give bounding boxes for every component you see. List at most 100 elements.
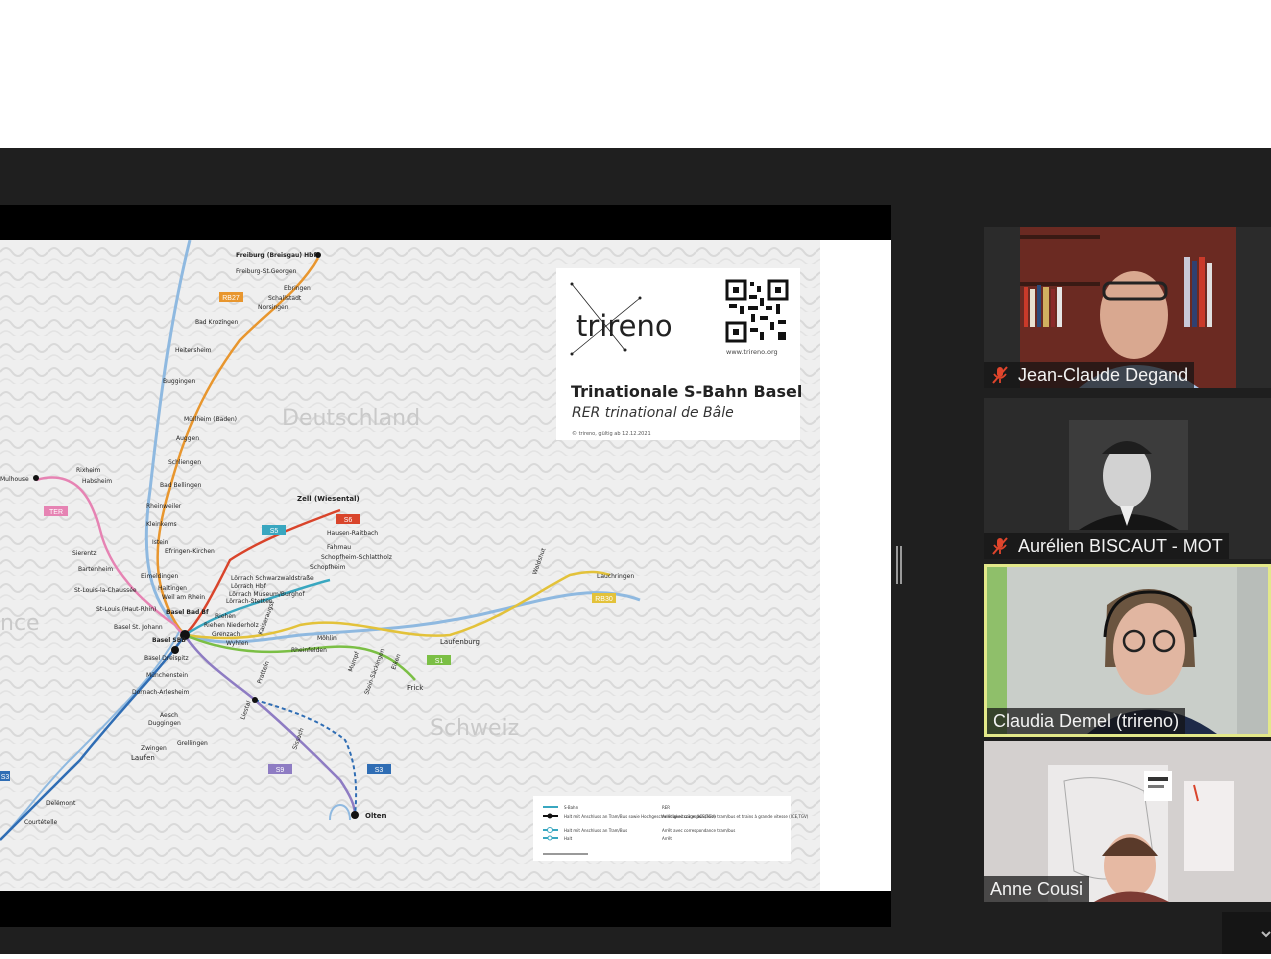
station-label: Lörrach Hbf <box>231 583 267 590</box>
station-label: Haltingen <box>158 585 187 592</box>
station-label: Laufen <box>131 754 155 762</box>
station-label: Möhlin <box>317 635 337 642</box>
station-label: Buggingen <box>163 378 196 385</box>
slide-subtitle: RER trinational de Bâle <box>572 405 734 421</box>
svg-text:RB30: RB30 <box>595 596 613 603</box>
microphone-muted-icon <box>992 366 1008 384</box>
station-label: Schliengen <box>168 459 201 466</box>
badge-s3: S3 <box>367 764 391 774</box>
participant-name-tag: Jean-Claude Degand <box>984 362 1195 388</box>
station-label: Duggingen <box>148 720 181 727</box>
svg-text:Halt mit Anschluss an Tram/Bus: Halt mit Anschluss an Tram/Bus <box>564 828 627 833</box>
badge-ter: TER <box>44 506 68 516</box>
gallery-scroll-button[interactable] <box>1222 912 1271 954</box>
station-label: Sierentz <box>72 550 97 557</box>
svg-text:Halt: Halt <box>564 836 573 841</box>
svg-text:Arrêt avec correspondance tram: Arrêt avec correspondance tram/bus <box>662 828 735 833</box>
participant-name-tag: Aurélien BISCAUT - MOT <box>984 533 1229 559</box>
station-label: Grenzach <box>212 631 241 638</box>
map-legend: S-Bahn RER Halt mit Anschluss an Tram/Bu… <box>533 796 809 861</box>
participant-name: Jean-Claude Degand <box>1018 365 1189 385</box>
station-label: Lörrach Museum/Burghof <box>229 591 305 598</box>
station-label: Zell (Wiesental) <box>297 495 360 503</box>
svg-text:TER: TER <box>49 509 63 516</box>
participant-name: Claudia Demel (trireno) <box>993 711 1180 731</box>
website-url: www.trireno.org <box>726 348 778 356</box>
station-label: Schopfheim-Schlattholz <box>321 554 392 561</box>
station-label: Courtételle <box>24 819 58 826</box>
svg-text:S5: S5 <box>270 528 279 535</box>
station-label: Zwingen <box>141 745 167 752</box>
station-label: Schopfheim <box>310 564 346 571</box>
svg-text:S6: S6 <box>344 517 353 524</box>
station-label: Münchenstein <box>146 672 188 679</box>
participant-tile[interactable]: Jean-Claude Degand <box>984 227 1271 388</box>
station-label: Lörrach-Stetten <box>226 598 273 605</box>
region-label-germany: Deutschland <box>282 406 420 431</box>
station-label: Bartenheim <box>78 566 113 573</box>
station-label: Norsingen <box>258 304 289 311</box>
svg-text:S-Bahn: S-Bahn <box>564 805 579 810</box>
station-label: Fahrnau <box>327 544 351 551</box>
station-label: Basel St. Johann <box>114 624 163 631</box>
participant-name: Aurélien BISCAUT - MOT <box>1018 536 1223 556</box>
station-label: Dornach-Arlesheim <box>132 689 189 696</box>
badge-s9: S9 <box>268 764 292 774</box>
station-label: Riehen <box>215 613 236 620</box>
slide-title: Trinationale S-Bahn Basel <box>571 382 802 401</box>
badge-s6: S6 <box>336 514 360 524</box>
title-card: trireno www.trireno.org Trinationale S-B… <box>556 268 802 440</box>
microphone-muted-icon <box>992 537 1008 555</box>
station-label: Istein <box>152 539 169 546</box>
svg-text:S3: S3 <box>1 774 10 781</box>
station-label: Riehen Niederholz <box>204 622 259 629</box>
station-label: Basel Dreispitz <box>144 655 189 662</box>
station-label: Lauchringen <box>597 573 634 580</box>
panel-splitter-handle[interactable] <box>896 546 902 584</box>
station-label: Ebringen <box>284 285 311 292</box>
station-label: Rheinfelden <box>291 647 327 654</box>
participant-name-tag: Claudia Demel (trireno) <box>987 708 1186 734</box>
svg-text:RER: RER <box>662 805 670 810</box>
badge-s5: S5 <box>262 525 286 535</box>
participant-name: Anne Cousi <box>990 879 1084 899</box>
svg-text:S3: S3 <box>375 767 384 774</box>
station-label: Freiburg-St.Georgen <box>236 268 297 275</box>
station-label: Basel Bad Bf <box>166 609 209 616</box>
station-label: Rixheim <box>76 467 101 474</box>
qr-code-icon <box>725 279 789 343</box>
station-label: Schallstadt <box>268 295 302 302</box>
participant-name-tag: Anne Cousi <box>984 876 1090 902</box>
station-label: Grellingen <box>177 740 208 747</box>
station-label: Habsheim <box>82 478 112 485</box>
badge-rb27: RB27 <box>219 292 243 302</box>
station-label: Olten <box>365 812 386 820</box>
participant-face <box>1113 603 1185 695</box>
svg-text:S1: S1 <box>435 658 444 665</box>
station-label: Basel SBB <box>152 637 186 644</box>
station-label: Wyhlen <box>226 640 249 647</box>
participant-tile[interactable]: Aurélien BISCAUT - MOT <box>984 398 1271 559</box>
logo-wordmark: trireno <box>576 309 673 343</box>
station-label: Bad Bellingen <box>160 482 202 489</box>
station-label: Efringen-Kirchen <box>165 548 215 555</box>
station-label: Auggen <box>176 435 199 442</box>
station-label: Heitersheim <box>175 347 212 354</box>
region-label-switzerland: Schweiz <box>430 716 519 741</box>
station-label: Laufenburg <box>440 638 480 646</box>
svg-text:Arrêt avec correspondance tram: Arrêt avec correspondance tram/bus et tr… <box>662 814 809 819</box>
badge-s3-west: S3 <box>0 771 10 781</box>
station-label: Hausen-Raitbach <box>327 530 378 537</box>
rail-network-map: Deutschland Schweiz nce RB27 TER S5 S6 S… <box>0 240 891 891</box>
station-label: Eimeldingen <box>141 573 178 580</box>
station-label: Bad Krozingen <box>195 319 239 326</box>
badge-rb30: RB30 <box>592 593 616 603</box>
participant-tile[interactable]: Anne Cousi <box>984 741 1271 902</box>
station-label: Mulhouse <box>0 476 29 483</box>
participant-tile-active-speaker[interactable]: Claudia Demel (trireno) <box>984 564 1271 737</box>
station-label: Weil am Rhein <box>162 594 205 601</box>
station-label: Müllheim (Baden) <box>184 416 237 423</box>
station-label: Kleinkems <box>146 521 177 528</box>
station-label: Delémont <box>46 800 76 807</box>
badge-s1: S1 <box>427 655 451 665</box>
